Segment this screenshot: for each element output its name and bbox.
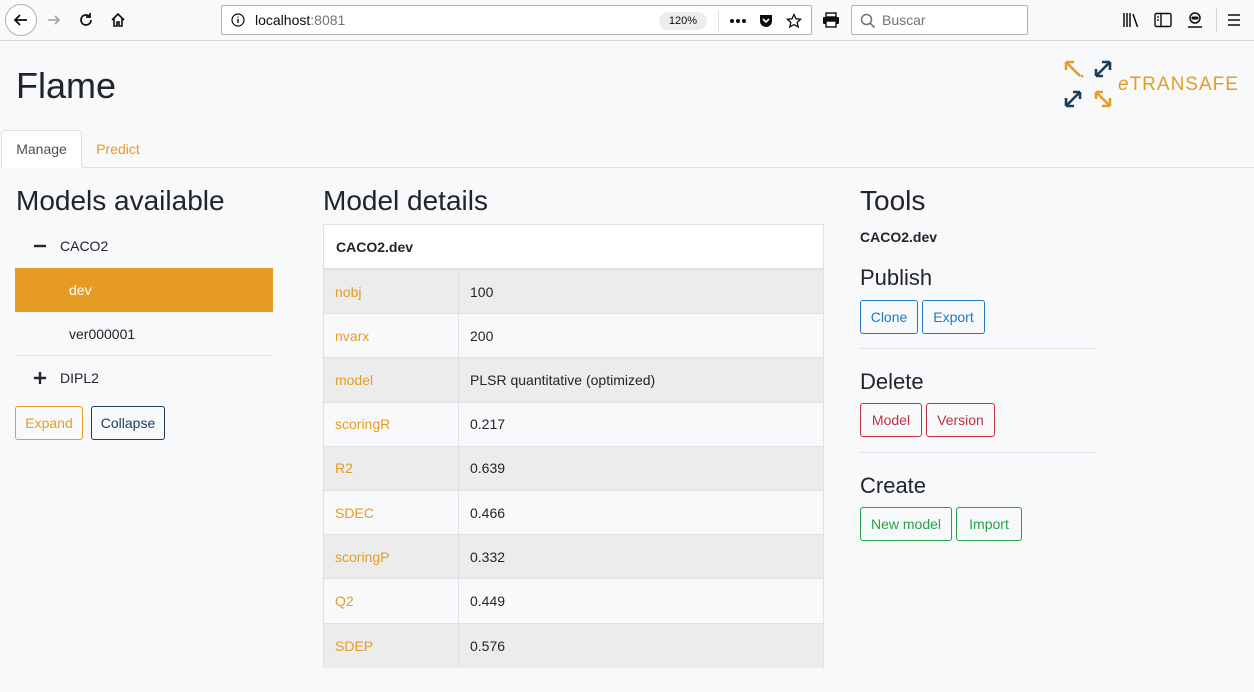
main-tabs: Manage Predict [0, 130, 1254, 168]
logo-arrows-icon [1064, 60, 1112, 108]
table-row: scoringP 0.332 [324, 535, 823, 580]
detail-key: nvarx [324, 314, 459, 358]
detail-key: nobj [324, 270, 459, 314]
detail-value: 200 [470, 327, 494, 344]
app-title: Flame [16, 65, 117, 106]
zoom-badge[interactable]: 120% [659, 12, 707, 30]
url-port: :8081 [310, 12, 346, 28]
url-bar[interactable]: localhost:8081 120% [221, 5, 812, 35]
etransafe-logo: eTRANSAFE [1062, 58, 1239, 110]
publish-heading: Publish [860, 265, 933, 290]
divider [860, 348, 1096, 349]
pocket-icon[interactable] [755, 10, 777, 32]
table-row: R2 0.639 [324, 446, 823, 491]
logo-word: TRANSAFE [1129, 74, 1239, 95]
bookmark-star-icon[interactable] [783, 10, 805, 32]
detail-value: 0.466 [470, 504, 506, 521]
back-icon[interactable] [5, 4, 37, 36]
table-row: SDEC 0.466 [324, 490, 823, 536]
tree-node-label: CACO2 [60, 238, 109, 254]
detail-value: 0.576 [470, 637, 506, 654]
tree-node-label: DIPL2 [60, 369, 99, 386]
detail-value: 0.332 [470, 548, 506, 565]
tree-node-dipl2[interactable]: DIPL2 [15, 355, 273, 399]
create-heading: Create [860, 473, 927, 498]
tools-heading: Tools [860, 185, 926, 216]
import-button[interactable]: Import [956, 507, 1022, 541]
detail-key: scoringP [324, 535, 459, 579]
collapse-button[interactable]: Collapse [91, 406, 165, 440]
delete-heading: Delete [860, 369, 924, 394]
url-host: localhost [255, 12, 311, 28]
sidebar-icon[interactable] [1151, 8, 1175, 32]
export-button[interactable]: Export [922, 300, 985, 334]
table-row: SDEP 0.576 [324, 623, 823, 668]
home-icon[interactable] [106, 8, 130, 32]
model-details-table: CACO2.dev nobj 100 nvarx 200 model PLSR qua… [323, 224, 824, 668]
tools-model-name: CACO2.dev [860, 229, 938, 245]
delete-version-button[interactable]: Version [926, 403, 995, 437]
toolbar-separator [1216, 8, 1217, 32]
detail-value: 0.217 [470, 416, 506, 433]
detail-key: model [324, 358, 459, 402]
divider [860, 452, 1096, 453]
table-row: nobj 100 [324, 270, 823, 315]
detail-value: 0.639 [470, 460, 506, 477]
reload-icon[interactable] [74, 8, 98, 32]
table-row: Q2 0.449 [324, 579, 823, 624]
delete-model-button[interactable]: Model [860, 403, 922, 437]
logo-text: eTRANSAFE [1118, 74, 1239, 96]
url-separator [718, 10, 719, 32]
search-input[interactable] [882, 6, 1022, 34]
account-icon[interactable] [1183, 8, 1207, 32]
table-row: model PLSR quantitative (optimized) [324, 358, 823, 403]
detail-key: SDEP [324, 623, 459, 668]
expand-plus-icon[interactable] [30, 371, 50, 384]
detail-key: Q2 [324, 579, 459, 623]
url-text[interactable]: localhost:8081 [255, 12, 345, 28]
details-model-name: CACO2.dev [324, 225, 823, 270]
tree-node-caco2[interactable]: CACO2 [15, 224, 273, 268]
table-row: nvarx 200 [324, 314, 823, 359]
new-model-button[interactable]: New model [860, 507, 952, 541]
tab-predict[interactable]: Predict [82, 130, 154, 168]
detail-value: 0.449 [470, 592, 506, 609]
print-icon[interactable] [819, 8, 843, 32]
detail-key: R2 [324, 446, 459, 490]
clone-button[interactable]: Clone [860, 300, 918, 334]
models-heading: Models available [16, 185, 225, 216]
details-heading: Model details [323, 185, 488, 216]
expand-button[interactable]: Expand [15, 406, 83, 440]
browser-toolbar: localhost:8081 120% [0, 0, 1254, 41]
detail-key: SDEC [324, 490, 459, 535]
forward-icon[interactable] [42, 8, 66, 32]
detail-value: 100 [470, 283, 494, 300]
tab-manage[interactable]: Manage [1, 130, 82, 168]
tree-leaf-ver000001[interactable]: ver000001 [15, 312, 273, 356]
info-icon[interactable] [230, 12, 246, 28]
collapse-minus-icon[interactable] [30, 240, 50, 252]
menu-icon[interactable] [1222, 8, 1246, 32]
library-icon[interactable] [1119, 8, 1143, 32]
search-bar[interactable] [851, 5, 1028, 35]
search-icon [860, 13, 876, 29]
page-actions-icon[interactable] [727, 10, 749, 32]
table-row: scoringR 0.217 [324, 402, 823, 447]
logo-e: e [1118, 74, 1130, 95]
tree-leaf-dev[interactable]: dev [15, 268, 273, 312]
detail-key: scoringR [324, 402, 459, 446]
detail-value: PLSR quantitative (optimized) [470, 371, 656, 388]
